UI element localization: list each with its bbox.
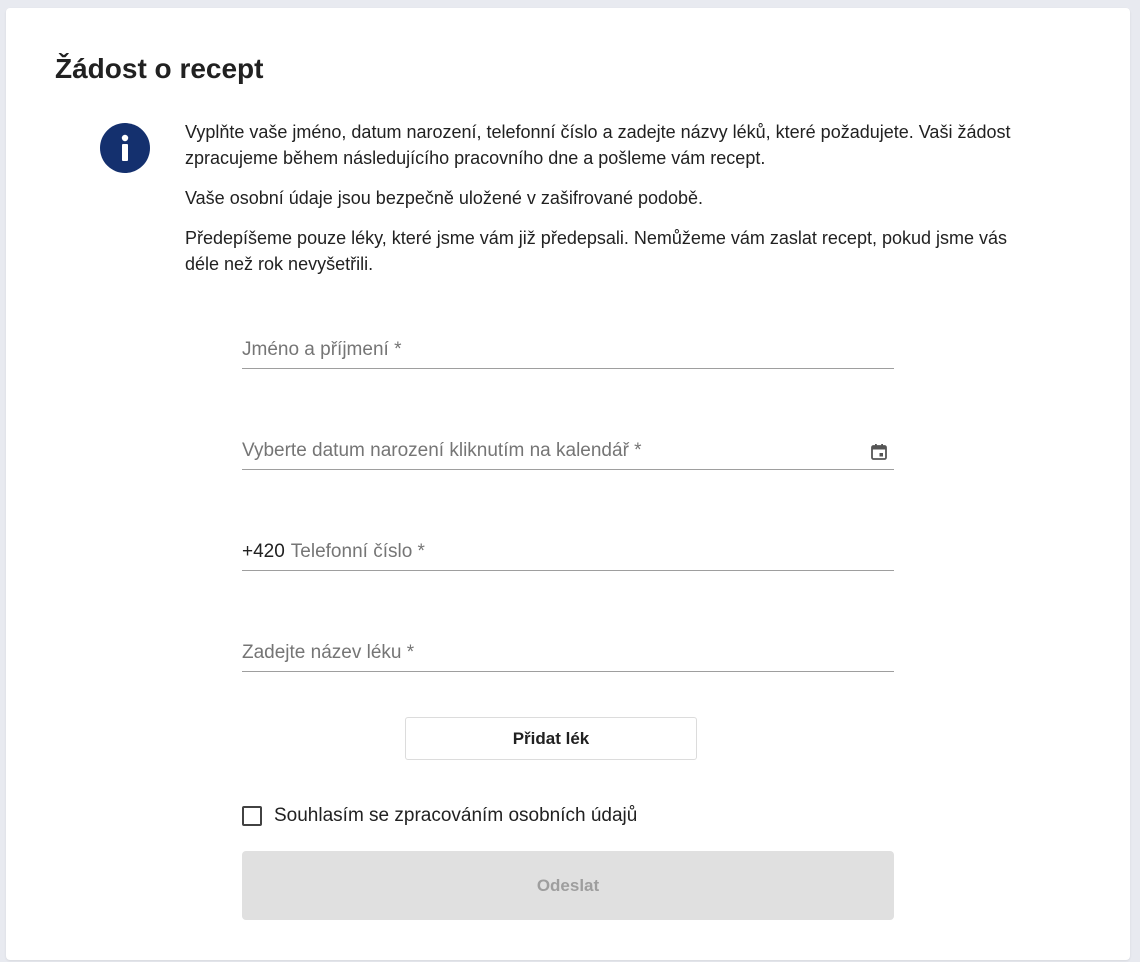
calendar-icon[interactable] (870, 443, 888, 461)
phone-prefix: +420 (242, 541, 285, 562)
info-paragraph: Vyplňte vaše jméno, datum narození, tele… (185, 122, 1011, 168)
name-input-label: Jméno a příjmení * (242, 339, 402, 360)
info-paragraph: Předepíšeme pouze léky, které jsme vám j… (185, 228, 1008, 274)
consent-checkbox-row[interactable]: Souhlasím se zpracováním osobních údajů (242, 804, 637, 828)
phone-input-label: Telefonní číslo * (290, 541, 425, 562)
submit-button[interactable]: Odeslat (242, 851, 894, 920)
prescription-request-card: Žádost o recept Vyplňte vaše jméno, datu… (6, 8, 1130, 960)
birthdate-input[interactable]: Vyberte datum narození kliknutím na kale… (242, 433, 894, 470)
name-input[interactable]: Jméno a příjmení * (242, 332, 894, 369)
consent-label: Souhlasím se zpracováním osobních údajů (274, 805, 638, 826)
medicine-input-label: Zadejte název léku * (242, 642, 415, 663)
phone-input[interactable]: +420 Telefonní číslo * (242, 534, 894, 571)
info-text: Vyplňte vaše jméno, datum narození, tele… (185, 119, 1045, 291)
page-title: Žádost o recept (55, 53, 264, 84)
info-icon (100, 123, 150, 173)
birthdate-input-label: Vyberte datum narození kliknutím na kale… (242, 440, 642, 461)
medicine-input[interactable]: Zadejte název léku * (242, 635, 894, 672)
consent-checkbox[interactable] (242, 806, 262, 826)
info-paragraph: Vaše osobní údaje jsou bezpečně uložené … (185, 188, 704, 208)
add-medicine-button[interactable]: Přidat lék (405, 717, 697, 760)
